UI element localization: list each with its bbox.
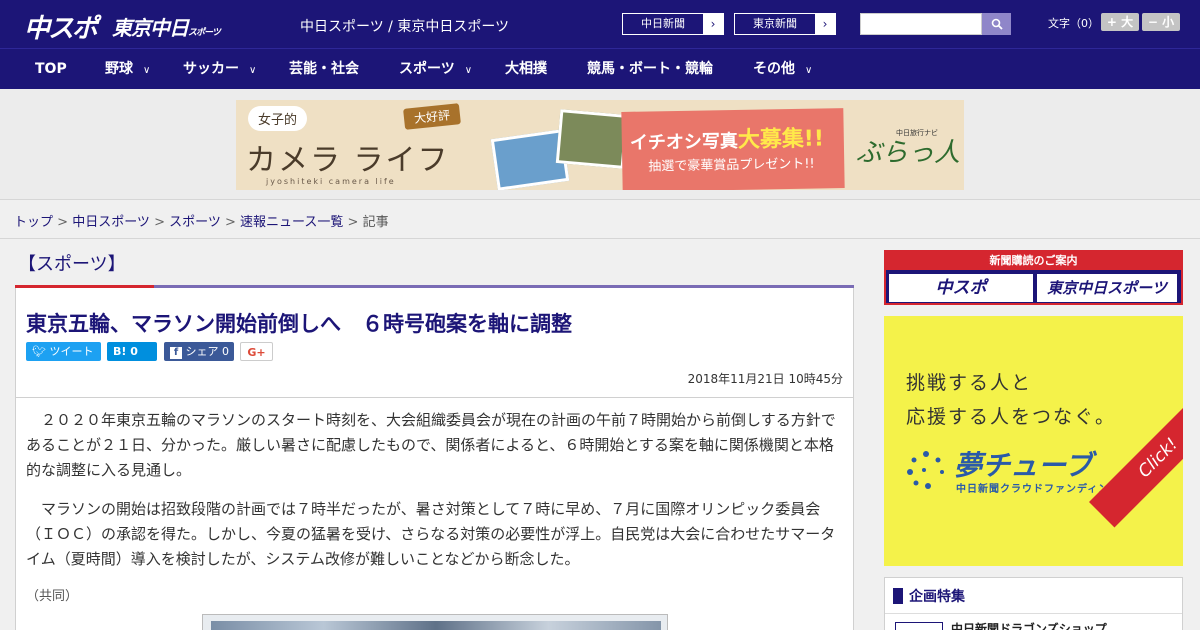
breadcrumb-chunichi-sports[interactable]: 中日スポーツ: [72, 215, 150, 230]
feature-box: 企画特集 中日新聞ドラゴンズショップ: [884, 577, 1183, 630]
chevron-down-icon: ∨: [249, 65, 257, 76]
site-title: 中日スポーツ / 東京中日スポーツ: [300, 19, 510, 35]
article-main: 【スポーツ】 東京五輪、マラソン開始前倒しへ ６時号砲案を軸に調整 🐦︎ ツイー…: [0, 239, 870, 630]
nav-item-sports[interactable]: スポーツ ∨: [399, 49, 472, 90]
banner-area: 女子的 カメラ ライフ jyoshiteki camera life 大好評 イ…: [0, 89, 1200, 200]
breadcrumb-separator: >: [220, 215, 241, 230]
feature-thumbnail[interactable]: [895, 622, 943, 630]
feature-item-link[interactable]: 中日新聞ドラゴンズショップ: [951, 620, 1107, 630]
subscription-box: 新聞購読のご案内 中スポ 東京中日スポーツ: [884, 250, 1183, 305]
headline-box: 東京五輪、マラソン開始前倒しへ ６時号砲案を軸に調整 🐦︎ ツイート B! 0 …: [15, 288, 854, 398]
banner-campaign-sub: 抽選で豪華賞品プレゼント!!: [648, 156, 815, 175]
search-input[interactable]: [860, 13, 982, 35]
yume-line2: 応援する人をつなぐ。: [906, 406, 1117, 428]
banner-badge: 大好評: [403, 103, 461, 130]
nav-label: 大相撲: [505, 61, 547, 77]
facebook-share-label: シェア 0: [185, 345, 230, 358]
chuspo-logo[interactable]: 中スポ: [24, 8, 98, 45]
tweet-button[interactable]: 🐦︎ ツイート: [26, 342, 101, 361]
camera-life-ad-banner[interactable]: 女子的 カメラ ライフ jyoshiteki camera life 大好評 イ…: [236, 100, 964, 190]
breadcrumb-sports[interactable]: スポーツ: [169, 215, 221, 230]
nav-label: スポーツ: [399, 61, 455, 77]
subscription-heading: 新聞購読のご案内: [886, 252, 1181, 270]
nav-label: 競馬・ボート・競輪: [587, 61, 713, 77]
nav-label: 芸能・社会: [289, 61, 359, 77]
subscribe-chuspo-button[interactable]: 中スポ: [889, 274, 1033, 302]
yume-line1: 挑戦する人と: [906, 372, 1033, 394]
chevron-right-icon: ›: [703, 14, 723, 34]
twitter-icon: 🐦︎: [32, 345, 46, 358]
nav-item-other[interactable]: その他 ∨: [753, 49, 812, 90]
tokyo-chunichi-logo[interactable]: 東京中日スポーツ: [112, 12, 221, 41]
banner-joshi: 女子的: [248, 106, 308, 131]
nav-item-racing[interactable]: 競馬・ボート・競輪: [587, 49, 713, 90]
chevron-down-icon: ∨: [464, 65, 473, 76]
nav-label: 野球: [105, 61, 133, 77]
breadcrumb-separator: >: [53, 215, 73, 230]
article-paragraph: ２０２０年東京五輪のマラソンのスタート時刻を、大会組織委員会が現在の計画の午前７…: [26, 411, 836, 479]
feature-divider: [885, 613, 1182, 614]
chunichi-shimbun-link[interactable]: 中日新聞 ›: [622, 13, 724, 35]
chevron-down-icon: ∨: [805, 65, 813, 76]
banner-photo-otter: [555, 109, 629, 169]
tokyo-logo-main: 東京中日: [112, 16, 189, 40]
chevron-right-icon: ›: [815, 14, 835, 34]
main-nav: TOP 野球 ∨ サッカー ∨ 芸能・社会 スポーツ ∨ 大相撲 競馬・ボート・競輪 …: [0, 48, 1200, 89]
breadcrumb-news-list[interactable]: 速報ニュース一覧: [240, 215, 343, 230]
nav-item-baseball[interactable]: 野球 ∨: [105, 49, 150, 90]
tweet-label: ツイート: [49, 345, 94, 358]
article-headline: 東京五輪、マラソン開始前倒しへ ６時号砲案を軸に調整: [26, 312, 572, 336]
tokyo-logo-sub: スポーツ: [188, 28, 221, 38]
banner-campaign-headline: イチオシ写真大募集!!: [630, 120, 825, 155]
article-paragraph: マラソンの開始は招致段階の計画では７時半だったが、暑さ対策として７時に早め、７月…: [26, 500, 836, 568]
article-photo[interactable]: [202, 614, 668, 630]
yume-brand-sub: 中日新聞クラウドファンディング: [956, 484, 1121, 495]
top-header: 中スポ 東京中日スポーツ 中日スポーツ / 東京中日スポーツ 中日新聞 › 東京…: [0, 0, 1200, 48]
nav-label: サッカー: [183, 61, 239, 77]
nav-item-top[interactable]: TOP: [35, 49, 67, 90]
feature-title-text: 企画特集: [909, 589, 965, 605]
tokyo-shimbun-link[interactable]: 東京新聞 ›: [734, 13, 836, 35]
font-size-increase-button[interactable]: + 大: [1101, 13, 1139, 31]
feature-title: 企画特集: [893, 586, 965, 606]
nav-item-sumo[interactable]: 大相撲: [505, 49, 547, 90]
nav-item-entertainment-society[interactable]: 芸能・社会: [289, 49, 359, 90]
article-body: ２０２０年東京五輪のマラソンのスタート時刻を、大会組織委員会が現在の計画の午前７…: [15, 398, 854, 630]
subscribe-tokyo-chunichi-button[interactable]: 東京中日スポーツ: [1037, 274, 1177, 302]
banner-line1-a: イチオシ写真: [629, 130, 739, 154]
banner-line1-b: 大募集!!: [737, 126, 825, 153]
banner-subtitle: jyoshiteki camera life: [266, 177, 396, 186]
chevron-down-icon: ∨: [143, 65, 151, 76]
font-size-decrease-button[interactable]: − 小: [1142, 13, 1180, 31]
breadcrumb-separator: >: [149, 215, 170, 230]
yume-brand: 夢チューブ: [954, 449, 1093, 482]
nav-label: その他: [753, 61, 795, 77]
yume-dots-icon: [907, 451, 944, 489]
tokyo-link-label: 東京新聞: [753, 17, 797, 30]
search-button[interactable]: [982, 13, 1011, 35]
banner-campaign-panel: イチオシ写真大募集!! 抽選で豪華賞品プレゼント!!: [621, 108, 845, 190]
article-timestamp: 2018年11月21日 10時45分: [687, 372, 843, 386]
banner-camera-life-title: カメラ ライフ: [246, 143, 450, 178]
chunichi-link-label: 中日新聞: [641, 17, 685, 30]
breadcrumb-separator: >: [343, 215, 363, 230]
breadcrumb: トップ > 中日スポーツ > スポーツ > 速報ニュース一覧 > 記事: [14, 211, 389, 230]
facebook-share-button[interactable]: f シェア 0: [164, 342, 234, 361]
hatena-bookmark-button[interactable]: B! 0: [107, 342, 157, 361]
nav-item-soccer[interactable]: サッカー ∨: [183, 49, 256, 90]
font-size-label: 文字（0）: [1048, 17, 1099, 30]
search-icon: [991, 18, 1003, 30]
breadcrumb-current: 記事: [362, 215, 389, 230]
yume-tube-ad[interactable]: 挑戦する人と 応援する人をつなぐ。 夢チューブ 中日新聞クラウドファンディング …: [884, 316, 1183, 566]
banner-brand: ぶらっ人: [856, 138, 961, 168]
article-category: 【スポーツ】: [18, 254, 126, 275]
ribbon-icon: [893, 588, 903, 604]
google-plus-button[interactable]: G+: [240, 342, 273, 361]
nav-label: TOP: [35, 61, 67, 77]
article-credit: （共同）: [26, 589, 79, 604]
facebook-icon: f: [170, 347, 182, 359]
breadcrumb-top[interactable]: トップ: [14, 215, 53, 230]
